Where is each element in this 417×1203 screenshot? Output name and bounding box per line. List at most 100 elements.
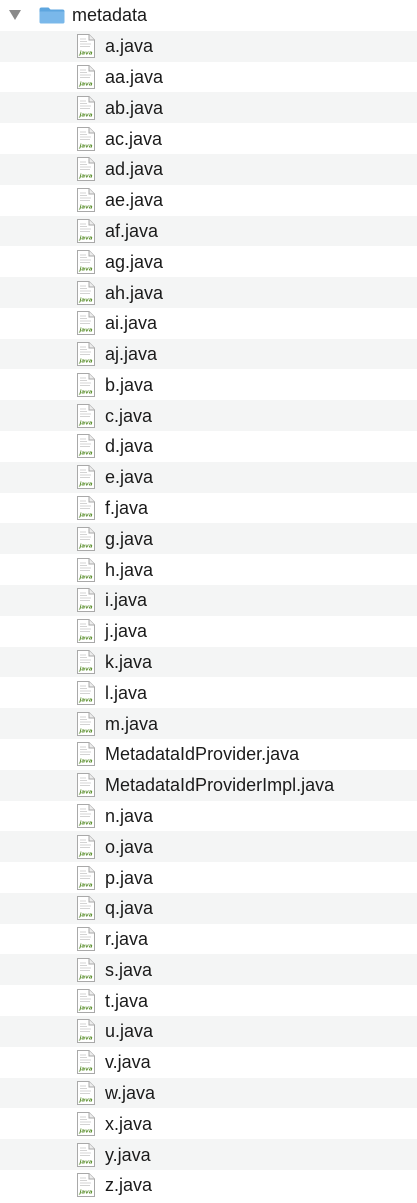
file-row[interactable]: java t.java bbox=[0, 985, 417, 1016]
svg-text:java: java bbox=[78, 697, 92, 703]
file-name: MetadataIdProviderImpl.java bbox=[105, 775, 335, 796]
file-row[interactable]: java c.java bbox=[0, 400, 417, 432]
file-row[interactable]: java b.java bbox=[0, 369, 417, 400]
file-name: f.java bbox=[105, 498, 149, 519]
file-row[interactable]: java e.java bbox=[0, 461, 417, 493]
svg-text:java: java bbox=[78, 482, 92, 488]
file-row[interactable]: java r.java bbox=[0, 924, 417, 955]
java-file-icon: java bbox=[76, 372, 96, 398]
file-row[interactable]: java aa.java bbox=[0, 62, 417, 93]
file-row[interactable]: java a.java bbox=[0, 30, 417, 62]
svg-text:java: java bbox=[78, 974, 92, 980]
svg-text:java: java bbox=[78, 174, 92, 180]
file-name: e.java bbox=[105, 467, 154, 488]
svg-text:java: java bbox=[78, 790, 92, 796]
file-row[interactable]: java q.java bbox=[0, 892, 417, 924]
file-row[interactable]: java MetadataIdProvider.java bbox=[0, 739, 417, 770]
file-name: ab.java bbox=[105, 97, 164, 118]
java-file-icon: java bbox=[76, 772, 96, 798]
file-row[interactable]: java l.java bbox=[0, 677, 417, 708]
file-row[interactable]: java h.java bbox=[0, 554, 417, 585]
file-row[interactable]: java ad.java bbox=[0, 153, 417, 185]
svg-text:java: java bbox=[78, 543, 92, 549]
svg-text:java: java bbox=[78, 944, 92, 950]
java-file-icon: java bbox=[76, 341, 96, 367]
file-row[interactable]: java af.java bbox=[0, 215, 417, 247]
file-row[interactable]: java ai.java bbox=[0, 308, 417, 339]
file-name: af.java bbox=[105, 220, 159, 241]
file-name: ac.java bbox=[105, 128, 163, 149]
java-file-icon: java bbox=[76, 957, 96, 983]
java-file-icon: java bbox=[76, 926, 96, 952]
svg-text:java: java bbox=[78, 451, 92, 457]
file-name: p.java bbox=[105, 867, 154, 888]
java-file-icon: java bbox=[76, 218, 96, 244]
file-row[interactable]: java ag.java bbox=[0, 246, 417, 277]
java-file-icon: java bbox=[76, 649, 96, 675]
folder-name: metadata bbox=[72, 5, 148, 26]
file-row[interactable]: java o.java bbox=[0, 831, 417, 863]
folder-row-metadata[interactable]: metadata bbox=[0, 0, 417, 31]
file-name: MetadataIdProvider.java bbox=[105, 744, 300, 765]
java-file-icon: java bbox=[76, 1018, 96, 1044]
file-row[interactable]: java g.java bbox=[0, 523, 417, 555]
svg-text:java: java bbox=[78, 666, 92, 672]
file-name: l.java bbox=[105, 682, 148, 703]
java-file-icon: java bbox=[76, 310, 96, 336]
java-file-icon: java bbox=[76, 618, 96, 644]
file-name: x.java bbox=[105, 1113, 153, 1134]
file-row[interactable]: java y.java bbox=[0, 1139, 417, 1170]
file-row[interactable]: java p.java bbox=[0, 862, 417, 893]
svg-text:java: java bbox=[78, 820, 92, 826]
file-name: ai.java bbox=[105, 313, 158, 334]
java-file-icon: java bbox=[76, 711, 96, 737]
file-name: w.java bbox=[105, 1083, 156, 1104]
java-file-icon: java bbox=[76, 403, 96, 429]
file-row[interactable]: java MetadataIdProviderImpl.java bbox=[0, 769, 417, 801]
file-row[interactable]: java ae.java bbox=[0, 185, 417, 216]
java-file-icon: java bbox=[76, 1049, 96, 1075]
file-row[interactable]: java f.java bbox=[0, 493, 417, 524]
file-row[interactable]: java x.java bbox=[0, 1108, 417, 1139]
file-row[interactable]: java k.java bbox=[0, 646, 417, 678]
file-row[interactable]: java j.java bbox=[0, 616, 417, 647]
file-row[interactable]: java ab.java bbox=[0, 92, 417, 124]
file-name: i.java bbox=[105, 590, 148, 611]
svg-text:java: java bbox=[78, 389, 92, 395]
file-row[interactable]: java m.java bbox=[0, 708, 417, 739]
svg-text:java: java bbox=[78, 328, 92, 334]
file-row[interactable]: java z.java bbox=[0, 1170, 417, 1201]
file-row[interactable]: java ac.java bbox=[0, 123, 417, 154]
file-row[interactable]: java n.java bbox=[0, 801, 417, 832]
file-row[interactable]: java w.java bbox=[0, 1077, 417, 1109]
file-row[interactable]: java s.java bbox=[0, 954, 417, 986]
file-row[interactable]: java d.java bbox=[0, 431, 417, 462]
svg-text:java: java bbox=[78, 605, 92, 611]
svg-text:java: java bbox=[78, 513, 92, 519]
folder-icon bbox=[38, 5, 66, 25]
file-row[interactable]: java aj.java bbox=[0, 338, 417, 370]
disclosure-triangle-down-icon[interactable] bbox=[6, 6, 24, 24]
svg-text:java: java bbox=[78, 1159, 92, 1165]
java-file-icon: java bbox=[76, 741, 96, 767]
file-row[interactable]: java u.java bbox=[0, 1016, 417, 1047]
file-name: o.java bbox=[105, 836, 154, 857]
file-name: aa.java bbox=[105, 66, 164, 87]
file-row[interactable]: java i.java bbox=[0, 585, 417, 616]
file-row[interactable]: java ah.java bbox=[0, 277, 417, 308]
svg-text:java: java bbox=[78, 297, 92, 303]
file-name: ag.java bbox=[105, 251, 164, 272]
java-file-icon: java bbox=[76, 249, 96, 275]
file-name: n.java bbox=[105, 805, 154, 826]
java-file-icon: java bbox=[76, 64, 96, 90]
java-file-icon: java bbox=[76, 464, 96, 490]
svg-text:java: java bbox=[78, 1036, 92, 1042]
svg-text:java: java bbox=[78, 235, 92, 241]
file-name: ae.java bbox=[105, 190, 164, 211]
file-name: r.java bbox=[105, 929, 149, 950]
java-file-icon: java bbox=[76, 126, 96, 152]
file-name: h.java bbox=[105, 559, 154, 580]
svg-text:java: java bbox=[78, 112, 92, 118]
file-row[interactable]: java v.java bbox=[0, 1047, 417, 1078]
svg-text:java: java bbox=[78, 1005, 92, 1011]
